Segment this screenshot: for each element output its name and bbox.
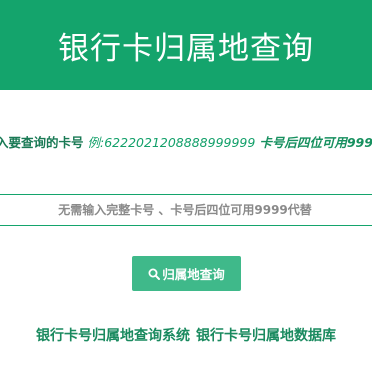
search-icon [148, 268, 161, 280]
footer-links: 银行卡号归属地查询系统 银行卡号归属地数据库 [0, 325, 372, 345]
search-button[interactable]: 归属地查询 [132, 256, 241, 291]
header-banner: 银行卡归属地查询 [0, 0, 372, 90]
instruction-example: 例:6222021208888999999 [87, 135, 256, 150]
footer-link-query-system[interactable]: 银行卡号归属地查询系统 [36, 328, 190, 344]
instruction-note: 卡号后四位可用9999 [259, 135, 372, 150]
footer-link-database[interactable]: 银行卡号归属地数据库 [196, 328, 336, 344]
page-title: 银行卡归属地查询 [58, 30, 314, 67]
card-number-input[interactable] [0, 194, 372, 226]
search-button-label: 归属地查询 [162, 268, 225, 282]
instruction-line: 入要查询的卡号 例:6222021208888999999 卡号后四位可用9999 [0, 134, 372, 152]
instruction-text: 入要查询的卡号 [0, 135, 84, 150]
page: 银行卡归属地查询 入要查询的卡号 例:6222021208888999999 卡号后… [0, 0, 372, 372]
